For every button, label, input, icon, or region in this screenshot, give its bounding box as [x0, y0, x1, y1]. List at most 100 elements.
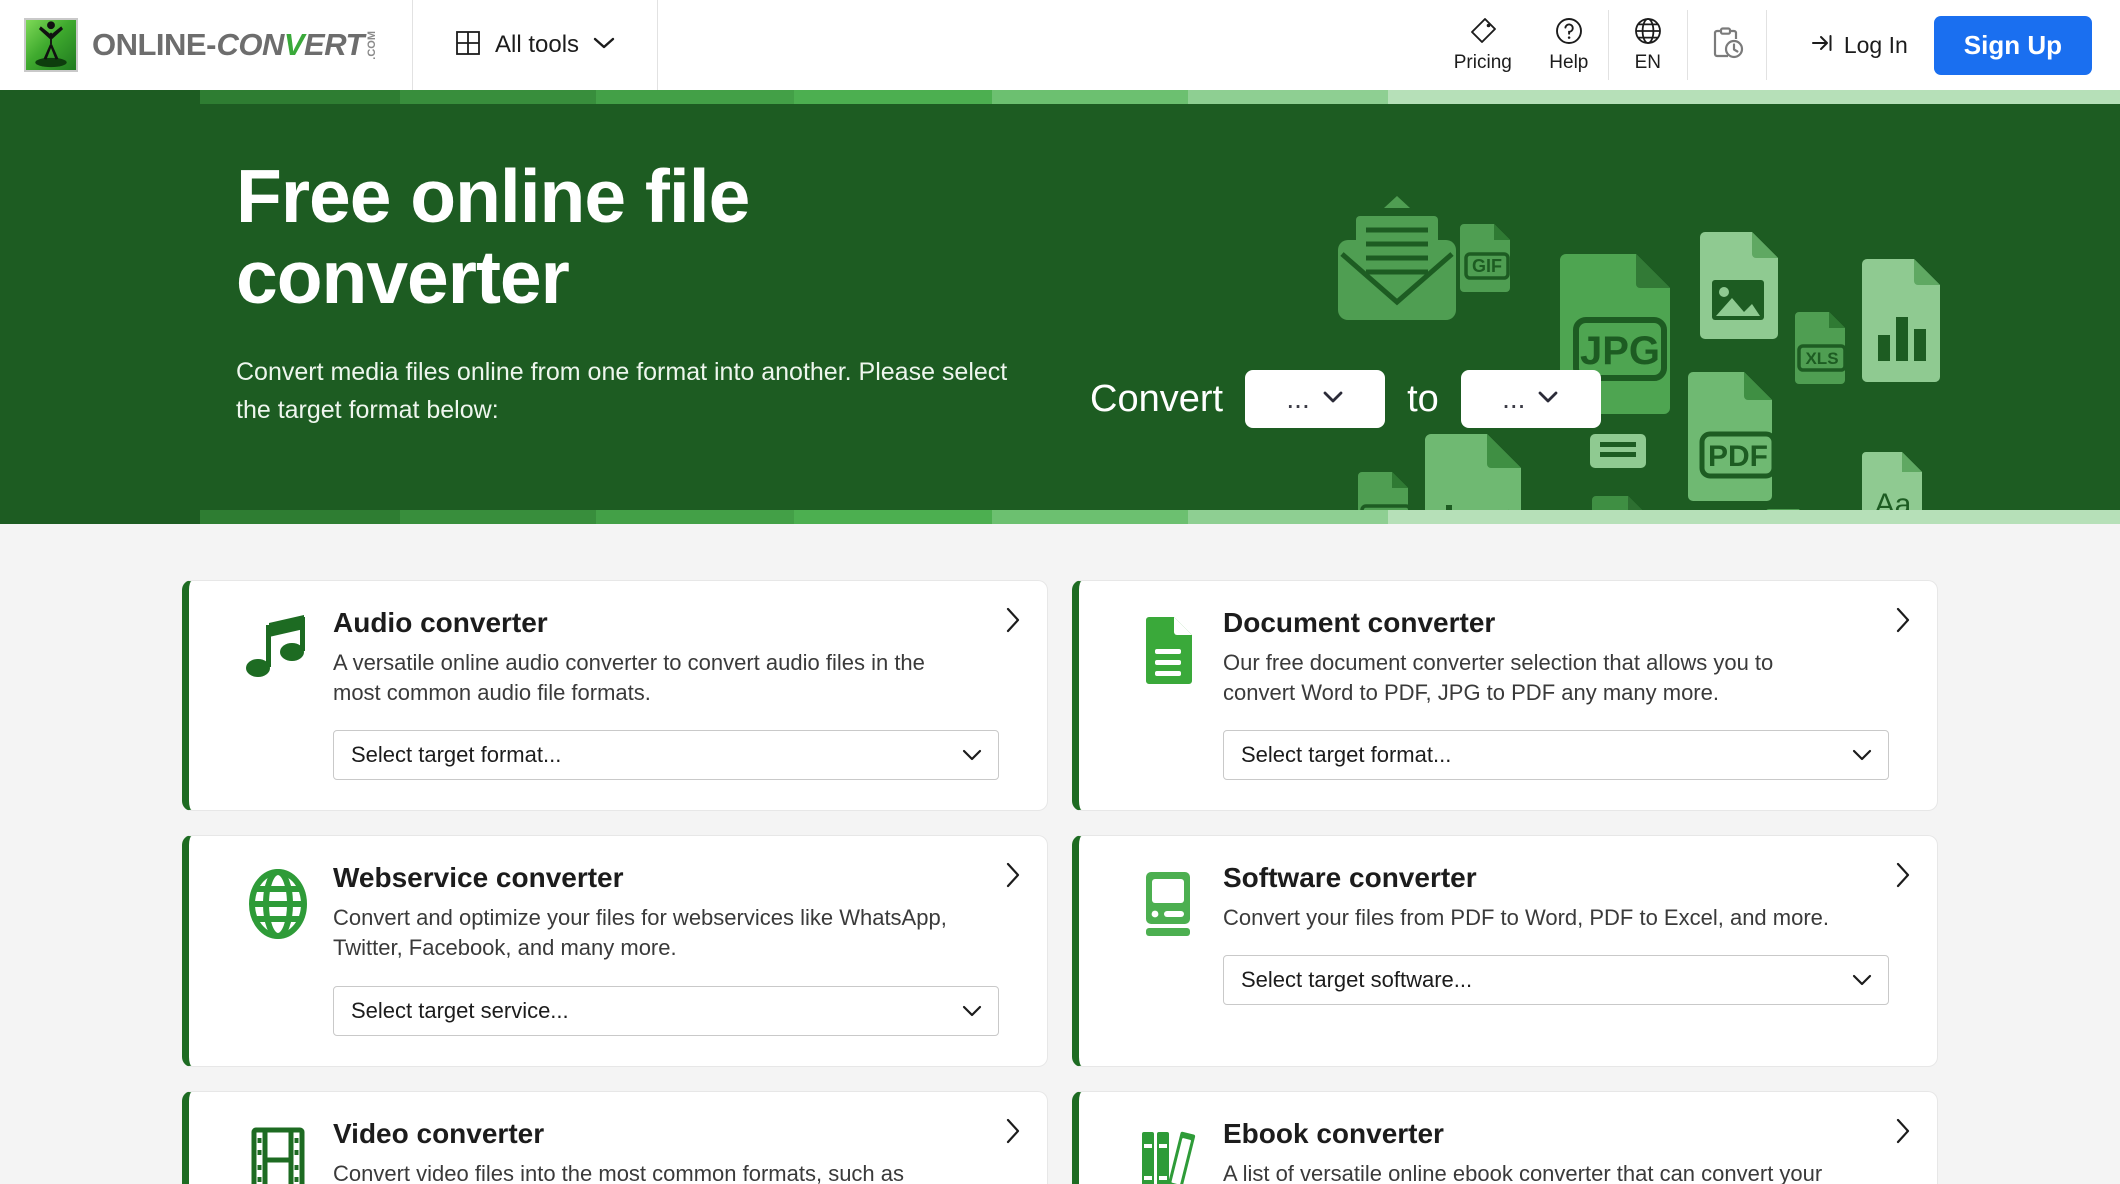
computer-icon: [1113, 862, 1223, 1035]
card-open-chevron-icon[interactable]: [1005, 1118, 1021, 1144]
stripe-segment: [200, 510, 400, 524]
brand-con: CON: [216, 27, 284, 62]
stripe-segment: [0, 510, 200, 524]
card-body: Webservice converter Convert and optimiz…: [333, 862, 1017, 1036]
card-format-select[interactable]: Select target service...: [333, 985, 999, 1036]
stripe-segment: [1188, 90, 1388, 104]
card-body: Ebook converter A list of versatile onli…: [1223, 1118, 1907, 1184]
converter-card[interactable]: Webservice converter Convert and optimiz…: [182, 835, 1048, 1067]
stripe-segment: [1388, 90, 2120, 104]
converter-card[interactable]: Document converter Our free document con…: [1072, 580, 1938, 812]
nav-language-label: EN: [1634, 52, 1662, 74]
converter-card[interactable]: Ebook converter A list of versatile onli…: [1072, 1090, 1938, 1184]
card-format-select[interactable]: Select target format...: [1223, 730, 1889, 781]
globe-icon: [1633, 16, 1663, 51]
converter-card[interactable]: Video converter Convert video files into…: [182, 1090, 1048, 1184]
card-open-chevron-icon[interactable]: [1895, 1118, 1911, 1144]
nav-item-history[interactable]: [1688, 0, 1766, 90]
card-title: Audio converter: [333, 607, 548, 638]
nav-pricing-label: Pricing: [1453, 52, 1512, 74]
login-button[interactable]: Log In: [1811, 32, 1908, 59]
stripe-segment: [596, 510, 794, 524]
nav-item-pricing[interactable]: Pricing: [1436, 0, 1530, 90]
stripe-segment: [794, 90, 992, 104]
brand-online: ONLINE: [92, 27, 207, 62]
site-header: ONLINE - CON V ERT .COM All tools Pricing: [0, 0, 2120, 90]
globe-icon: [223, 862, 333, 1035]
stripe-segment: [992, 90, 1188, 104]
card-body: Audio converter A versatile online audio…: [333, 607, 1017, 781]
to-label: to: [1407, 377, 1439, 420]
card-title: Video converter: [333, 1117, 545, 1149]
login-label: Log In: [1843, 31, 1908, 58]
target-format-select[interactable]: ...: [1460, 370, 1601, 428]
auth-area: Log In Sign Up: [1767, 0, 2120, 90]
film-strip-icon: [223, 1118, 333, 1184]
source-format-value: ...: [1286, 383, 1310, 415]
brand-v: V: [283, 27, 305, 62]
card-body: Video converter Convert video files into…: [333, 1118, 1017, 1184]
nav-help-label: Help: [1549, 52, 1589, 74]
card-title: Software converter: [1223, 862, 1477, 894]
converter-section: Audio converter A versatile online audio…: [0, 524, 2120, 1184]
card-format-select[interactable]: Select target format...: [333, 730, 999, 781]
brand-dash: -: [206, 27, 217, 62]
card-open-chevron-icon[interactable]: [1005, 862, 1021, 888]
stripe-segment: [1188, 510, 1388, 524]
hero-stripe-bottom: [0, 510, 2120, 524]
music-note-icon: [223, 607, 333, 780]
all-tools-menu[interactable]: All tools: [413, 0, 659, 90]
convert-widget: Convert ... to ...: [1090, 370, 1601, 428]
svg-text:PDF: PDF: [1708, 440, 1768, 473]
chevron-down-icon: [1852, 967, 1872, 993]
converter-card[interactable]: Software converter Convert your files fr…: [1072, 835, 1938, 1067]
svg-text:GIF: GIF: [1472, 256, 1502, 276]
chevron-down-icon: [1537, 390, 1559, 409]
grid-icon: [455, 30, 481, 61]
stripe-segment: [1388, 510, 2120, 524]
chevron-down-icon: [593, 36, 615, 55]
target-format-value: ...: [1502, 383, 1526, 415]
books-icon: [1113, 1118, 1223, 1184]
brand-logo[interactable]: ONLINE - CON V ERT .COM: [0, 0, 413, 90]
svg-text:XLS: XLS: [1805, 349, 1838, 368]
card-description: A list of versatile online ebook convert…: [1223, 1160, 1823, 1184]
converter-card-grid: Audio converter A versatile online audio…: [0, 580, 2120, 1184]
svg-text:Aa: Aa: [1875, 488, 1912, 510]
converter-card[interactable]: Audio converter A versatile online audio…: [182, 580, 1048, 812]
card-description: A versatile online audio converter to co…: [333, 650, 925, 706]
card-description: Convert your files from PDF to Word, PDF…: [1223, 905, 1830, 931]
card-description: Convert video files into the most common…: [333, 1160, 905, 1184]
brand-ert: ERT: [304, 27, 364, 62]
card-open-chevron-icon[interactable]: [1895, 607, 1911, 633]
signup-button[interactable]: Sign Up: [1933, 15, 2092, 75]
stripe-segment: [400, 510, 596, 524]
source-format-select[interactable]: ...: [1245, 370, 1386, 428]
stripe-segment: [200, 90, 400, 104]
brand-com: .COM: [365, 30, 378, 60]
card-title: Ebook converter: [1223, 1117, 1444, 1149]
login-arrow-icon: [1811, 32, 1835, 59]
card-select-value: Select target software...: [1241, 967, 1473, 993]
all-tools-label: All tools: [494, 31, 580, 58]
card-open-chevron-icon[interactable]: [1895, 862, 1911, 888]
nav-item-language[interactable]: EN: [1609, 0, 1687, 90]
chevron-down-icon: [1322, 390, 1344, 409]
convert-label: Convert: [1090, 377, 1224, 420]
price-tag-icon: [1468, 16, 1498, 51]
hero-section: GIF JPG XLS PDF Aa Free online file conv…: [0, 104, 2120, 510]
stripe-segment: [992, 510, 1188, 524]
svg-text:JPG: JPG: [1580, 329, 1660, 373]
card-body: Document converter Our free document con…: [1223, 607, 1907, 781]
nav-item-help[interactable]: Help: [1530, 0, 1608, 90]
card-open-chevron-icon[interactable]: [1005, 607, 1021, 633]
document-icon: [1113, 607, 1223, 780]
card-select-value: Select target service...: [351, 997, 569, 1023]
card-format-select[interactable]: Select target software...: [1223, 955, 1889, 1006]
hero-copy: Free online file converter Convert media…: [0, 104, 1020, 429]
logo-mark-icon: [24, 18, 78, 72]
card-select-value: Select target format...: [351, 742, 562, 768]
stripe-segment: [400, 90, 596, 104]
card-title: Document converter: [1223, 607, 1496, 638]
stripe-segment: [0, 90, 200, 104]
